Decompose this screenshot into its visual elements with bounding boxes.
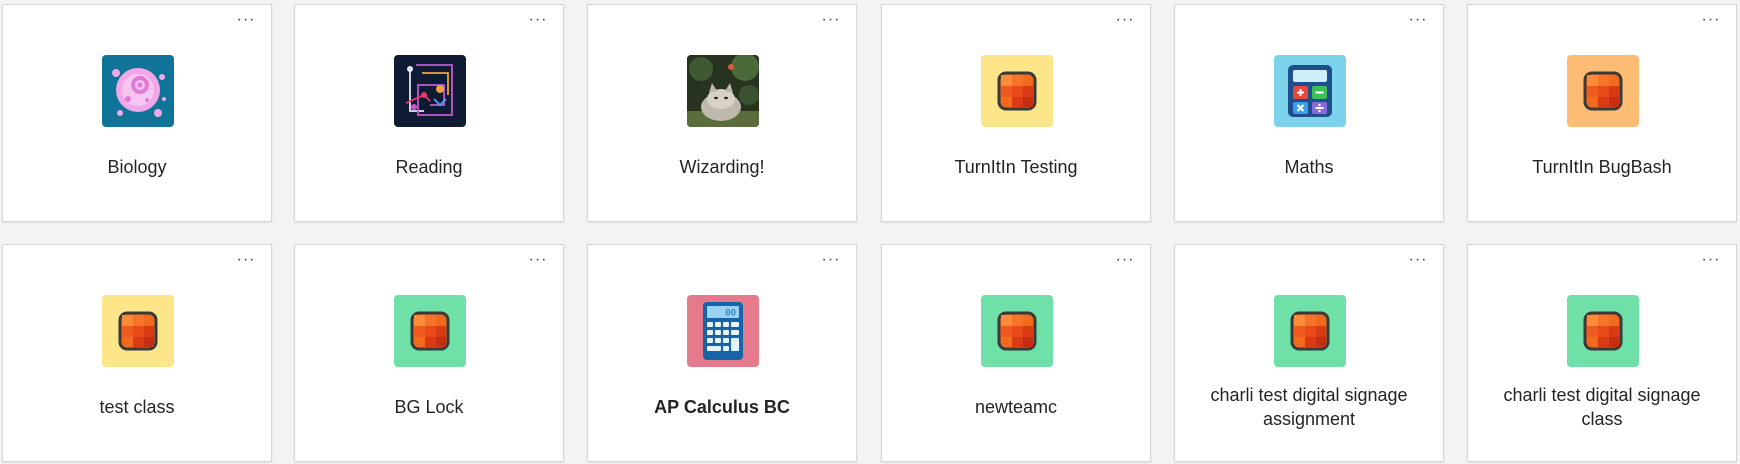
more-options-button[interactable]: ··· (1112, 252, 1138, 273)
more-options-button[interactable]: ··· (233, 12, 259, 33)
card-title: Wizarding! (679, 157, 765, 177)
grid-square-icon (1567, 55, 1639, 127)
calculator-icon: 00 (687, 295, 759, 367)
card-title: BG Lock (394, 397, 464, 417)
grid-square-icon (1567, 295, 1639, 367)
more-options-button[interactable]: ··· (233, 252, 259, 273)
grid-square-icon (981, 295, 1053, 367)
grid-square-icon (981, 55, 1053, 127)
more-options-button[interactable]: ··· (818, 252, 844, 273)
class-card-reading[interactable]: ··· Reading (294, 4, 564, 222)
calculator-icon (1274, 55, 1346, 127)
grid-square-icon (394, 295, 466, 367)
class-card-newteamc[interactable]: ··· newteamc (881, 244, 1151, 462)
card-title: TurnItIn Testing (954, 157, 1078, 177)
more-options-button[interactable]: ··· (818, 12, 844, 33)
class-card-ap-calculus-bc[interactable]: ··· 00 AP Calculus BC (587, 244, 857, 462)
more-options-button[interactable]: ··· (1405, 252, 1431, 273)
card-title: Biology (107, 157, 167, 177)
card-title: test class (99, 397, 175, 417)
class-card-test-class[interactable]: ··· test class (2, 244, 272, 462)
card-title: newteamc (974, 397, 1058, 417)
grid-square-icon (1274, 295, 1346, 367)
grid-square-icon (102, 295, 174, 367)
card-title: TurnItIn BugBash (1532, 157, 1672, 177)
more-options-button[interactable]: ··· (1112, 12, 1138, 33)
more-options-button[interactable]: ··· (1405, 12, 1431, 33)
biology-cell-icon (102, 55, 174, 127)
circuit-path-icon (394, 55, 466, 127)
card-title: charli test digital signage assignment (1210, 385, 1408, 429)
class-card-charli-signage-class[interactable]: ··· charli test digital signage class (1467, 244, 1737, 462)
more-options-button[interactable]: ··· (525, 12, 551, 33)
card-title: Reading (395, 157, 463, 177)
class-card-biology[interactable]: ··· Biology (2, 4, 272, 222)
class-card-turnitin-bugbash[interactable]: ··· TurnItIn BugBash (1467, 4, 1737, 222)
more-options-button[interactable]: ··· (1698, 12, 1724, 33)
card-title: AP Calculus BC (654, 397, 790, 417)
cat-photo-icon (687, 55, 759, 127)
card-title: charli test digital signage class (1503, 385, 1701, 429)
class-card-wizarding[interactable]: ··· Wizarding! (587, 4, 857, 222)
class-card-charli-signage-assignment[interactable]: ··· charli test digital signage assignme… (1174, 244, 1444, 462)
class-card-grid: ··· Biology ··· Reading ··· Wizarding! ·… (0, 0, 1740, 464)
class-card-bg-lock[interactable]: ··· BG Lock (294, 244, 564, 462)
more-options-button[interactable]: ··· (525, 252, 551, 273)
class-card-turnitin-testing[interactable]: ··· TurnItIn Testing (881, 4, 1151, 222)
calculator-display-text: 00 (725, 309, 736, 319)
class-card-maths[interactable]: ··· Maths (1174, 4, 1444, 222)
card-title: Maths (1284, 157, 1334, 177)
more-options-button[interactable]: ··· (1698, 252, 1724, 273)
